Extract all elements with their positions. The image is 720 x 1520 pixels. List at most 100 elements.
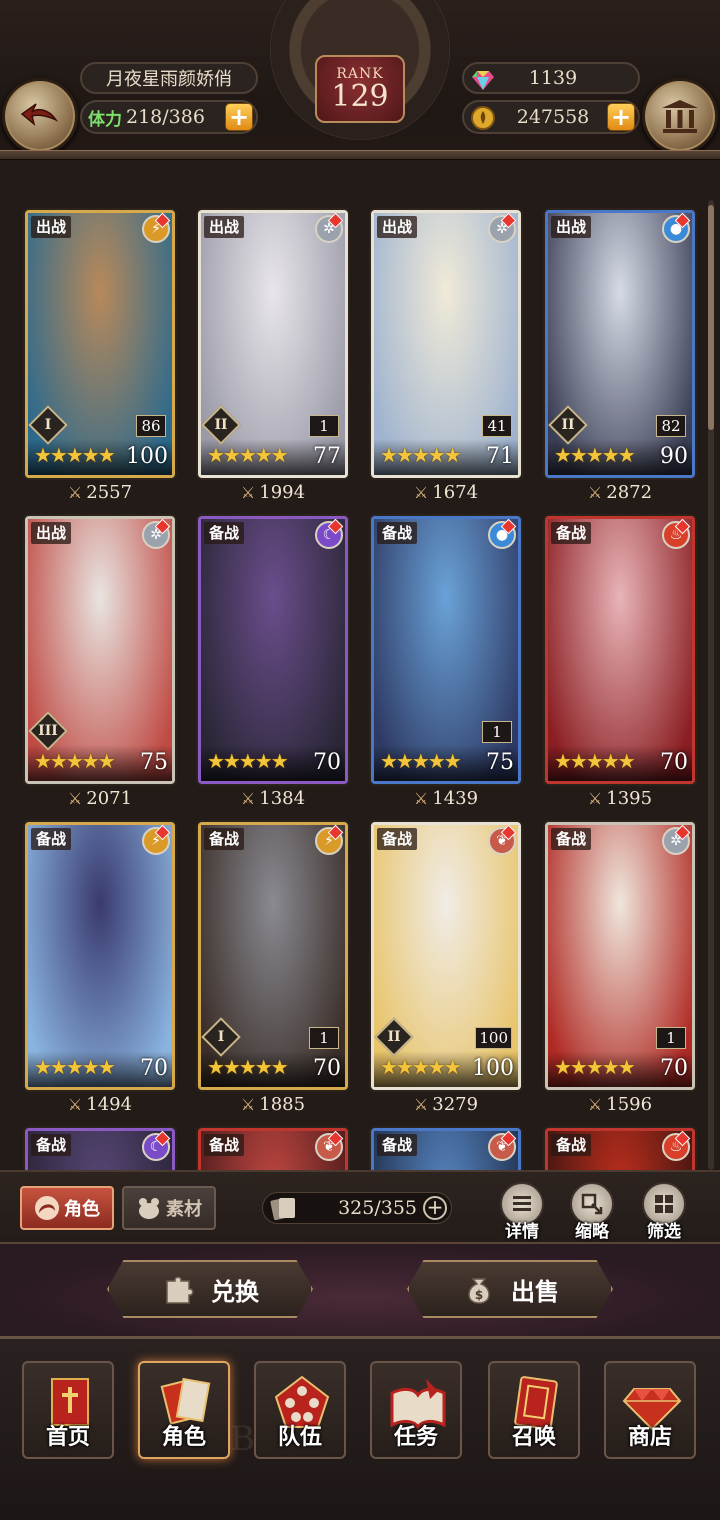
card-frame: 备战 ♨: [545, 1128, 695, 1170]
combat-power-value: 1994: [259, 482, 306, 503]
wind-icon: ✲: [142, 519, 171, 549]
combat-power: ⚔ 1494: [25, 1094, 175, 1120]
character-level: 90: [660, 444, 688, 469]
crossed-swords-icon: ⚔: [67, 1095, 83, 1114]
svg-text:$: $: [475, 1288, 483, 1302]
nav-character-label: 角色: [161, 1425, 206, 1450]
character-card[interactable]: 备战 ❦: [371, 1128, 521, 1170]
combat-power-value: 1439: [432, 788, 479, 809]
combat-power-value: 1494: [86, 1094, 133, 1115]
card-frame: 出战 ⚡ ★★★★★ 100 I 86: [25, 210, 175, 478]
scrollbar-thumb[interactable]: [708, 205, 714, 430]
character-grid[interactable]: 出战 ⚡ ★★★★★ 100 I 86 ⚔ 2557 出战 ✲ ★★★★★ 77 II 1 ⚔ 1994 出战 ✲…: [0, 160, 720, 1170]
money-bag-icon: $: [468, 1278, 490, 1304]
nav-quest-label: 任务: [393, 1425, 438, 1450]
exchange-button[interactable]: 兑换: [107, 1260, 313, 1318]
character-card[interactable]: 备战 ♨: [545, 1128, 695, 1170]
wind-icon: ✲: [662, 825, 691, 855]
character-level: 70: [140, 1056, 168, 1081]
character-card[interactable]: 出战 ✲ ★★★★★ 77 II 1: [198, 210, 348, 478]
expand-capacity-button[interactable]: +: [423, 1196, 447, 1220]
deploy-status-tag: 备战: [377, 1134, 418, 1156]
awaken-count: 1: [656, 1027, 686, 1049]
character-card[interactable]: 备战 ❦: [198, 1128, 348, 1170]
bottom-navigation: B · L · E 首页 角色 队伍 任务: [0, 1336, 720, 1520]
moon-icon: ☾: [142, 1131, 171, 1161]
tab-material[interactable]: 素材: [122, 1186, 216, 1230]
details-label: 详情: [505, 1222, 539, 1242]
character-card[interactable]: 备战 ☾ ★★★★★ 70: [198, 516, 348, 784]
deploy-status-tag: 备战: [204, 1134, 245, 1156]
character-card[interactable]: 出战 ● ★★★★★ 90 II 82: [545, 210, 695, 478]
character-card[interactable]: 出战 ✲ ★★★★★ 75 III: [25, 516, 175, 784]
star-rating: ★★★★★: [554, 1055, 636, 1079]
filter-button[interactable]: 筛选: [638, 1182, 690, 1242]
combat-power: ⚔ 1439: [371, 788, 521, 814]
nav-shop[interactable]: 商店: [604, 1361, 696, 1459]
awaken-count: 41: [482, 415, 512, 437]
card-frame: 备战 ❦: [198, 1128, 348, 1170]
fire-icon: ♨: [662, 1131, 691, 1161]
card-frame: 出战 ✲ ★★★★★ 75 III: [25, 516, 175, 784]
heart-icon: ❦: [488, 1131, 517, 1161]
stamina-display: 体力 218/386 +: [80, 100, 258, 134]
back-arrow-icon: [20, 103, 59, 127]
character-level: 100: [126, 444, 168, 469]
deploy-status-tag: 备战: [31, 828, 72, 850]
thumbnail-button[interactable]: 缩略: [566, 1182, 618, 1242]
top-bar: RANK 129 月夜星雨颜娇俏 体力 218/386 + 1139 24755…: [0, 0, 720, 160]
star-rating: ★★★★★: [380, 1055, 462, 1079]
nav-team[interactable]: 队伍: [254, 1361, 346, 1459]
card-frame: 备战 ● ★★★★★ 75 1: [371, 516, 521, 784]
deploy-status-tag: 出战: [551, 216, 592, 238]
character-portrait: [201, 519, 345, 781]
character-card[interactable]: 备战 ♨ ★★★★★ 70: [545, 516, 695, 784]
character-card[interactable]: 出战 ✲ ★★★★★ 71 41: [371, 210, 521, 478]
character-card[interactable]: 备战 ⚡ ★★★★★ 70 I 1: [198, 822, 348, 1090]
tab-character[interactable]: 角色: [20, 1186, 114, 1230]
deploy-status-tag: 备战: [204, 522, 245, 544]
crossed-swords-icon: ⚔: [240, 1095, 256, 1114]
nav-quest[interactable]: 任务: [370, 1361, 462, 1459]
nav-home[interactable]: 首页: [22, 1361, 114, 1459]
deploy-status-tag: 备战: [31, 1134, 72, 1156]
back-button[interactable]: [2, 78, 78, 154]
lightning-icon: ⚡: [142, 213, 171, 243]
add-stamina-button[interactable]: +: [225, 103, 253, 131]
character-card[interactable]: 出战 ⚡ ★★★★★ 100 I 86: [25, 210, 175, 478]
combat-power-value: 2557: [86, 482, 133, 503]
character-card[interactable]: 备战 ❦ ★★★★★ 100 II 100: [371, 822, 521, 1090]
gem-value: 1139: [528, 67, 578, 89]
combat-power: ⚔ 1674: [371, 482, 521, 508]
card-frame: 出战 ● ★★★★★ 90 II 82: [545, 210, 695, 478]
character-card[interactable]: 备战 ✲ ★★★★★ 70 1: [545, 822, 695, 1090]
nav-character[interactable]: 角色: [138, 1361, 230, 1459]
character-level: 70: [660, 750, 688, 775]
nav-summon[interactable]: 召唤: [488, 1361, 580, 1459]
lightning-icon: ⚡: [315, 825, 344, 855]
deploy-status-tag: 备战: [377, 522, 418, 544]
add-gold-button[interactable]: +: [607, 103, 635, 131]
grade-label: II: [561, 417, 575, 433]
character-level: 77: [313, 444, 341, 469]
wind-icon: ✲: [315, 213, 344, 243]
star-rating: ★★★★★: [34, 443, 116, 467]
combat-power: ⚔ 1395: [545, 788, 695, 814]
deploy-status-tag: 备战: [377, 828, 418, 850]
sell-button[interactable]: $ 出售: [407, 1260, 613, 1318]
heart-icon: ❦: [488, 825, 517, 855]
awaken-count: 1: [309, 1027, 339, 1049]
player-name: 月夜星雨颜娇俏: [80, 62, 258, 94]
crossed-swords-icon: ⚔: [587, 483, 603, 502]
character-card[interactable]: 备战 ☾: [25, 1128, 175, 1170]
gallery-button[interactable]: [642, 78, 718, 154]
list-icon: [513, 1196, 531, 1211]
character-card[interactable]: 备战 ⚡ ★★★★★ 70: [25, 822, 175, 1090]
character-card[interactable]: 备战 ● ★★★★★ 75 1: [371, 516, 521, 784]
gold-value: 247558: [516, 106, 590, 128]
deploy-status-tag: 出战: [31, 522, 72, 544]
rank-badge: RANK 129: [270, 0, 450, 150]
crossed-swords-icon: ⚔: [587, 789, 603, 808]
details-button[interactable]: 详情: [496, 1182, 548, 1242]
character-portrait: [28, 825, 172, 1087]
